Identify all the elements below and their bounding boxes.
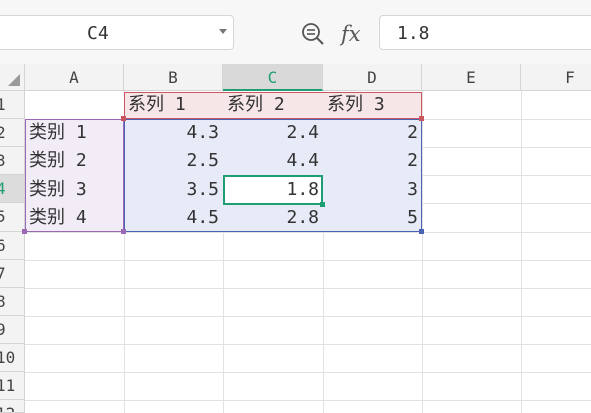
row-header-2[interactable]: 2: [0, 119, 25, 147]
grid-line: [25, 260, 591, 261]
cell-d1[interactable]: 系列 3: [323, 91, 422, 119]
row-header-5[interactable]: 5: [0, 203, 25, 232]
cell-b1[interactable]: 系列 1: [124, 91, 223, 119]
name-box[interactable]: C4: [0, 15, 234, 50]
column-header-b[interactable]: B: [124, 64, 223, 91]
grid-line: [25, 232, 591, 233]
cell-c5[interactable]: 2.8: [223, 204, 323, 232]
cell-a2[interactable]: 类别 1: [25, 119, 124, 147]
cell-b2[interactable]: 4.3: [124, 119, 223, 147]
grid-line: [25, 288, 591, 289]
column-header-a[interactable]: A: [25, 64, 124, 91]
name-box-value: C4: [87, 23, 109, 44]
cell-b3[interactable]: 2.5: [124, 147, 223, 175]
cell-a5[interactable]: 类别 4: [25, 204, 124, 232]
grid-line: [521, 91, 522, 413]
row-header-3[interactable]: 3: [0, 147, 25, 175]
cell-b5[interactable]: 4.5: [124, 204, 223, 232]
column-header-c[interactable]: C: [223, 64, 323, 91]
row-header-10[interactable]: 10: [0, 344, 25, 372]
grid-line: [25, 316, 591, 317]
cell-d3[interactable]: 2: [323, 147, 422, 175]
row-header-8[interactable]: 8: [0, 288, 25, 316]
cell-a4[interactable]: 类别 3: [25, 176, 124, 204]
column-header-e[interactable]: E: [422, 64, 521, 91]
grid-line: [25, 372, 591, 373]
row-header-11[interactable]: 11: [0, 372, 25, 400]
grid-line: [422, 91, 423, 413]
chevron-down-icon[interactable]: [219, 29, 227, 34]
formula-toolbar: C4 fx 1.8: [0, 0, 591, 64]
cell-c4[interactable]: 1.8: [223, 176, 323, 204]
grid-line: [25, 344, 591, 345]
formula-value: 1.8: [397, 23, 430, 44]
column-header-f[interactable]: F: [521, 64, 591, 91]
zoom-formula-icon[interactable]: [301, 22, 325, 46]
select-all-corner[interactable]: [0, 64, 25, 91]
cell-b4[interactable]: 3.5: [124, 176, 223, 204]
row-header-12[interactable]: 12: [0, 400, 25, 413]
grid-line: [25, 400, 591, 401]
row-header-9[interactable]: 9: [0, 316, 25, 344]
column-header-d[interactable]: D: [323, 64, 422, 91]
cell-c2[interactable]: 2.4: [223, 119, 323, 147]
cell-d4[interactable]: 3: [323, 176, 422, 204]
fx-icon[interactable]: fx: [341, 22, 361, 46]
cell-d2[interactable]: 2: [323, 119, 422, 147]
cell-c1[interactable]: 系列 2: [223, 91, 323, 119]
row-header-6[interactable]: 6: [0, 232, 25, 260]
row-header-1[interactable]: 1: [0, 91, 25, 119]
cell-a3[interactable]: 类别 2: [25, 147, 124, 175]
row-header-7[interactable]: 7: [0, 260, 25, 288]
cell-d5[interactable]: 5: [323, 204, 422, 232]
cell-c3[interactable]: 4.4: [223, 147, 323, 175]
formula-input[interactable]: 1.8: [379, 15, 591, 50]
row-header-4[interactable]: 4: [0, 175, 25, 203]
